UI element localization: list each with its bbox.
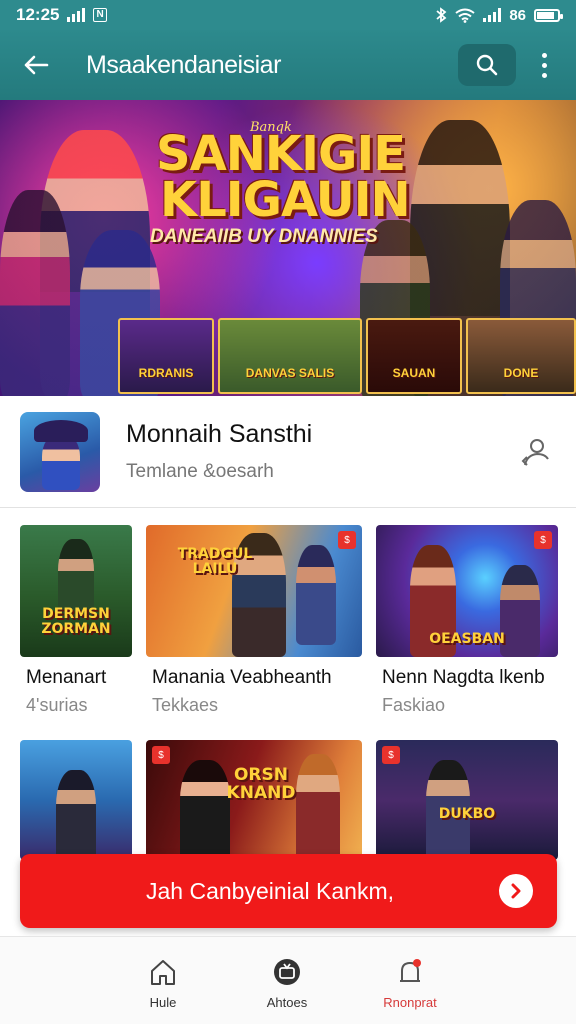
status-time: 12:25: [16, 5, 60, 24]
banner-thumb[interactable]: SAUAN: [366, 318, 462, 394]
game-card-image: OEASBAN $: [376, 525, 558, 657]
app-screen: 12:25 N 86 Msaakendaneisiar Banqk SANKIG…: [0, 0, 576, 1024]
more-dot-icon: [541, 72, 547, 78]
featured-title: Monnaih Sansthi: [126, 420, 313, 448]
notification-badge-icon: N: [93, 8, 107, 22]
battery-icon: [534, 8, 563, 22]
game-card-image: [20, 740, 132, 860]
more-options-button[interactable]: [528, 44, 560, 86]
signal-strength-icon: [483, 8, 502, 22]
badge-icon: $: [152, 746, 170, 764]
game-card-image-label: DUKBO: [438, 806, 496, 822]
banner-thumb-label: DONE: [503, 366, 539, 380]
banner-thumb-label: RDRANIS: [138, 366, 194, 380]
nav-item-home[interactable]: Hule: [103, 937, 223, 1024]
cellular-signal-icon: [67, 8, 86, 22]
more-dot-icon: [541, 52, 547, 58]
badge-icon: $: [338, 531, 356, 549]
game-card-image: ORSN KNAND $: [146, 740, 362, 860]
more-dot-icon: [541, 62, 547, 68]
game-card-image: DERMSN ZORMAN: [20, 525, 132, 657]
cta-button[interactable]: Jah Canbyeinial Kankm,: [20, 854, 557, 928]
badge-icon: $: [382, 746, 400, 764]
nav-label: Rnonprat: [383, 995, 437, 1010]
promo-banner[interactable]: Banqk SANKIGIE KLIGAUIN DANEAIIB UY DNAN…: [0, 100, 576, 396]
status-left: 12:25 N: [16, 5, 107, 25]
nav-label: Hule: [149, 995, 177, 1010]
search-button[interactable]: [458, 44, 516, 86]
banner-thumb[interactable]: RDRANIS: [118, 318, 214, 394]
add-person-icon: [521, 438, 549, 466]
featured-item[interactable]: Monnaih Sansthi Temlane &oesarh: [0, 396, 576, 508]
game-card-subtitle: Tekkaes: [152, 695, 219, 715]
game-card-title: Manania Veabheanth: [152, 667, 332, 688]
game-card[interactable]: OEASBAN $ Nenn Nagdta lkenb Faskiao: [376, 525, 558, 725]
game-card[interactable]: DERMSN ZORMAN Menanart 4'surias: [20, 525, 132, 725]
status-bar: 12:25 N 86: [0, 0, 576, 30]
game-card[interactable]: [20, 740, 132, 860]
banner-title-line2: KLIGAUIN: [160, 172, 411, 228]
game-card-image-label: TRADGUL LAILU: [177, 546, 253, 577]
game-card-subtitle: Faskiao: [382, 695, 446, 715]
wifi-icon: [455, 8, 475, 23]
banner-thumbnail-strip: RDRANIS DANVAS SALIS SAUAN DONE: [118, 318, 576, 394]
app-bar: Msaakendaneisiar: [0, 30, 576, 100]
chevron-right-icon: [511, 883, 521, 899]
bluetooth-icon: [436, 7, 447, 23]
badge-icon: $: [534, 531, 552, 549]
game-card-image: DUKBO $: [376, 740, 558, 860]
nav-label: Ahtoes: [266, 995, 308, 1010]
home-icon: [146, 955, 180, 989]
featured-thumbnail: [20, 411, 100, 492]
banner-thumb-label: DANVAS SALIS: [245, 366, 335, 380]
game-card[interactable]: TRADGUL LAILU $ Manania Veabheanth Tekka…: [146, 525, 362, 725]
back-button[interactable]: [16, 45, 56, 85]
nav-item-notifications[interactable]: Rnonprat: [350, 937, 470, 1024]
game-card-subtitle: 4'surias: [26, 695, 88, 715]
banner-thumb[interactable]: DONE: [466, 318, 576, 394]
game-card-image-label: OEASBAN: [429, 631, 505, 647]
app-title: Msaakendaneisiar: [86, 50, 281, 79]
banner-thumb-label: SAUAN: [392, 366, 436, 380]
notification-icon: [393, 955, 427, 989]
cta-arrow-button[interactable]: [499, 874, 533, 908]
cta-label: Jah Canbyeinial Kankm,: [146, 877, 395, 904]
back-arrow-icon: [24, 55, 49, 75]
battery-percent: 86: [509, 6, 526, 24]
game-card-title: Nenn Nagdta lkenb: [382, 667, 545, 688]
banner-hero-left-2: [0, 190, 70, 396]
featured-subtitle: Temlane &oesarh: [126, 461, 274, 482]
game-card-image-label: DERMSN ZORMAN: [41, 606, 111, 637]
featured-text: Monnaih Sansthi Temlane &oesarh: [126, 420, 312, 483]
game-card-image: TRADGUL LAILU $: [146, 525, 362, 657]
battery-level: [537, 11, 554, 19]
banner-subtitle: DANEAIIB UY DNANNIES: [150, 226, 378, 247]
status-right: 86: [435, 6, 563, 24]
game-card[interactable]: DUKBO $: [376, 740, 558, 860]
tv-icon: [270, 955, 304, 989]
banner-thumb[interactable]: DANVAS SALIS: [218, 318, 362, 394]
follow-button[interactable]: [516, 432, 556, 472]
game-card-title: Menanart: [26, 667, 107, 688]
game-card-image-label: ORSN KNAND: [226, 765, 296, 803]
game-card[interactable]: ORSN KNAND $: [146, 740, 362, 860]
bottom-navigation: Hule Ahtoes Rnonprat: [0, 936, 576, 1024]
nav-item-shows[interactable]: Ahtoes: [227, 937, 347, 1024]
search-icon: [476, 54, 498, 76]
